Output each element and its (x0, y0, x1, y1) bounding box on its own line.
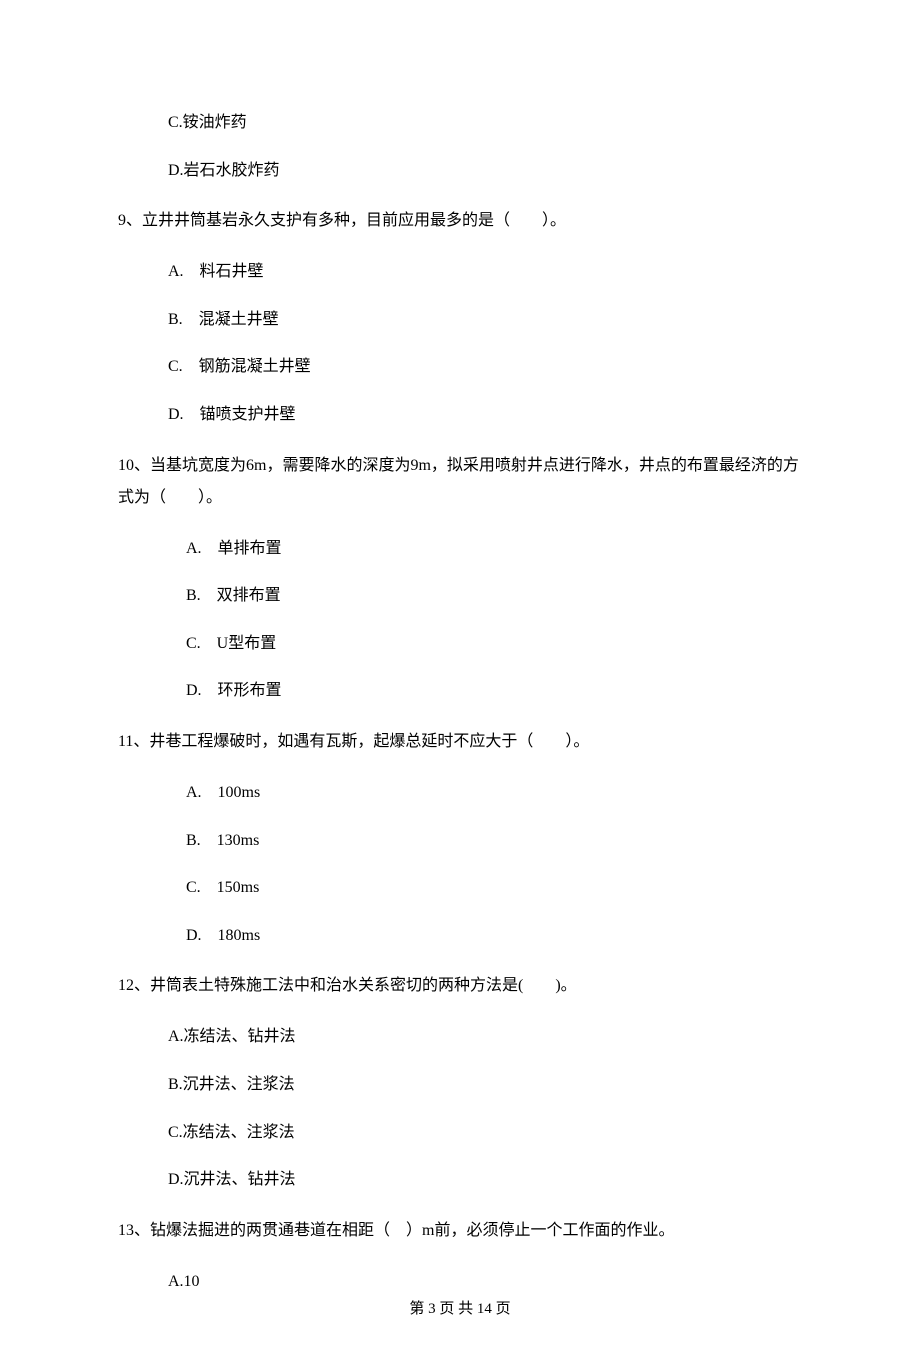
question-11-option-c: C. 150ms (118, 875, 802, 901)
question-11-option-a: A. 100ms (118, 780, 802, 806)
question-13-option-a: A.10 (118, 1269, 802, 1295)
question-10-option-b: B. 双排布置 (118, 583, 802, 609)
question-9-option-b: B. 混凝土井壁 (118, 307, 802, 333)
question-12-option-b: B.沉井法、注浆法 (118, 1072, 802, 1098)
question-10-option-a: A. 单排布置 (118, 536, 802, 562)
question-9-option-d: D. 锚喷支护井壁 (118, 402, 802, 428)
option-d-leading: D.岩石水胶炸药 (118, 158, 802, 184)
question-11-stem: 11、井巷工程爆破时，如遇有瓦斯，起爆总延时不应大于（ ）。 (118, 726, 802, 758)
document-page: C.铵油炸药 D.岩石水胶炸药 9、立井井筒基岩永久支护有多种，目前应用最多的是… (0, 0, 920, 1356)
question-9-option-a: A. 料石井壁 (118, 259, 802, 285)
question-11-option-b: B. 130ms (118, 828, 802, 854)
question-9-stem: 9、立井井筒基岩永久支护有多种，目前应用最多的是（ ）。 (118, 205, 802, 237)
question-13-stem: 13、钻爆法掘进的两贯通巷道在相距（ ）m前，必须停止一个工作面的作业。 (118, 1215, 802, 1247)
question-12-option-c: C.冻结法、注浆法 (118, 1120, 802, 1146)
question-10-stem: 10、当基坑宽度为6m，需要降水的深度为9m，拟采用喷射井点进行降水，井点的布置… (118, 450, 802, 514)
page-footer: 第 3 页 共 14 页 (0, 1297, 920, 1321)
question-10-option-d: D. 环形布置 (118, 678, 802, 704)
question-12-option-d: D.沉井法、钻井法 (118, 1167, 802, 1193)
option-c-leading: C.铵油炸药 (118, 110, 802, 136)
question-11-option-d: D. 180ms (118, 923, 802, 949)
question-12-option-a: A.冻结法、钻井法 (118, 1024, 802, 1050)
question-9-option-c: C. 钢筋混凝土井壁 (118, 354, 802, 380)
question-10-option-c: C. U型布置 (118, 631, 802, 657)
question-12-stem: 12、井筒表土特殊施工法中和治水关系密切的两种方法是( )。 (118, 970, 802, 1002)
